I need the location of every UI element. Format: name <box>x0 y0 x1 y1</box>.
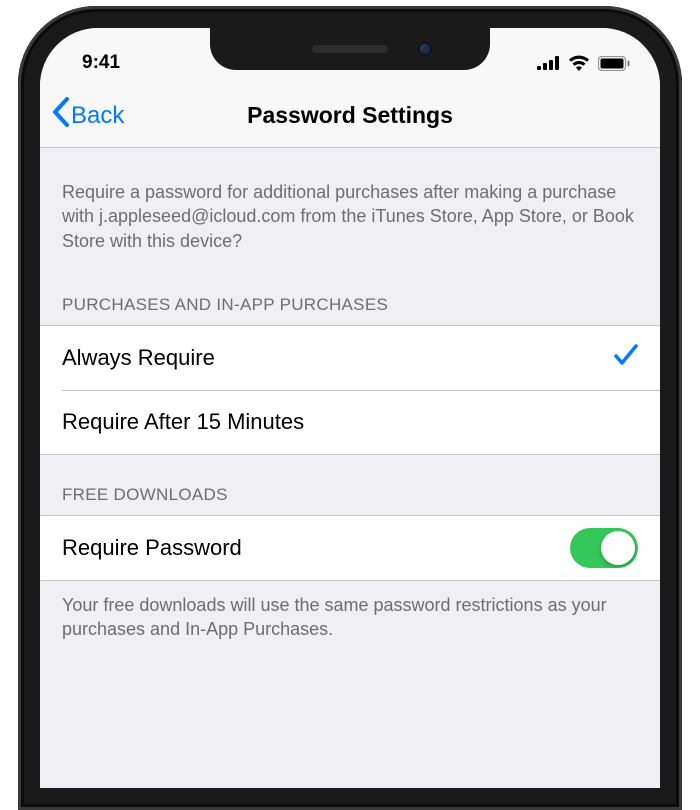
battery-icon <box>598 56 630 71</box>
option-label: Require After 15 Minutes <box>62 409 304 435</box>
phone-frame: 9:41 Back Password Settings <box>18 6 682 810</box>
status-right <box>537 55 630 71</box>
content-area: Require a password for additional purcha… <box>40 148 660 661</box>
wifi-icon <box>568 55 590 71</box>
toggle-knob <box>601 531 635 565</box>
toggle-label: Require Password <box>62 535 242 561</box>
option-label: Always Require <box>62 345 215 371</box>
chevron-left-icon <box>52 97 69 133</box>
status-time: 9:41 <box>82 52 120 74</box>
page-title: Password Settings <box>247 102 453 129</box>
back-label: Back <box>71 102 124 130</box>
require-password-row: Require Password <box>40 516 660 580</box>
navigation-bar: Back Password Settings <box>40 84 660 148</box>
cellular-signal-icon <box>537 56 560 70</box>
purchases-section-header: PURCHASES AND IN-APP PURCHASES <box>40 265 660 325</box>
back-button[interactable]: Back <box>52 99 124 133</box>
screen: 9:41 Back Password Settings <box>40 28 660 788</box>
require-password-toggle[interactable] <box>570 528 638 568</box>
free-downloads-footer: Your free downloads will use the same pa… <box>40 581 660 662</box>
notch <box>210 28 490 70</box>
free-downloads-section-header: FREE DOWNLOADS <box>40 455 660 515</box>
speaker-grille <box>312 45 388 53</box>
free-downloads-list: Require Password <box>40 515 660 581</box>
checkmark-icon <box>614 342 638 373</box>
front-camera <box>418 42 432 56</box>
option-always-require[interactable]: Always Require <box>40 326 660 390</box>
purchases-option-list: Always Require Require After 15 Minutes <box>40 325 660 455</box>
intro-description: Require a password for additional purcha… <box>40 148 660 265</box>
option-require-after-15-minutes[interactable]: Require After 15 Minutes <box>40 390 660 454</box>
